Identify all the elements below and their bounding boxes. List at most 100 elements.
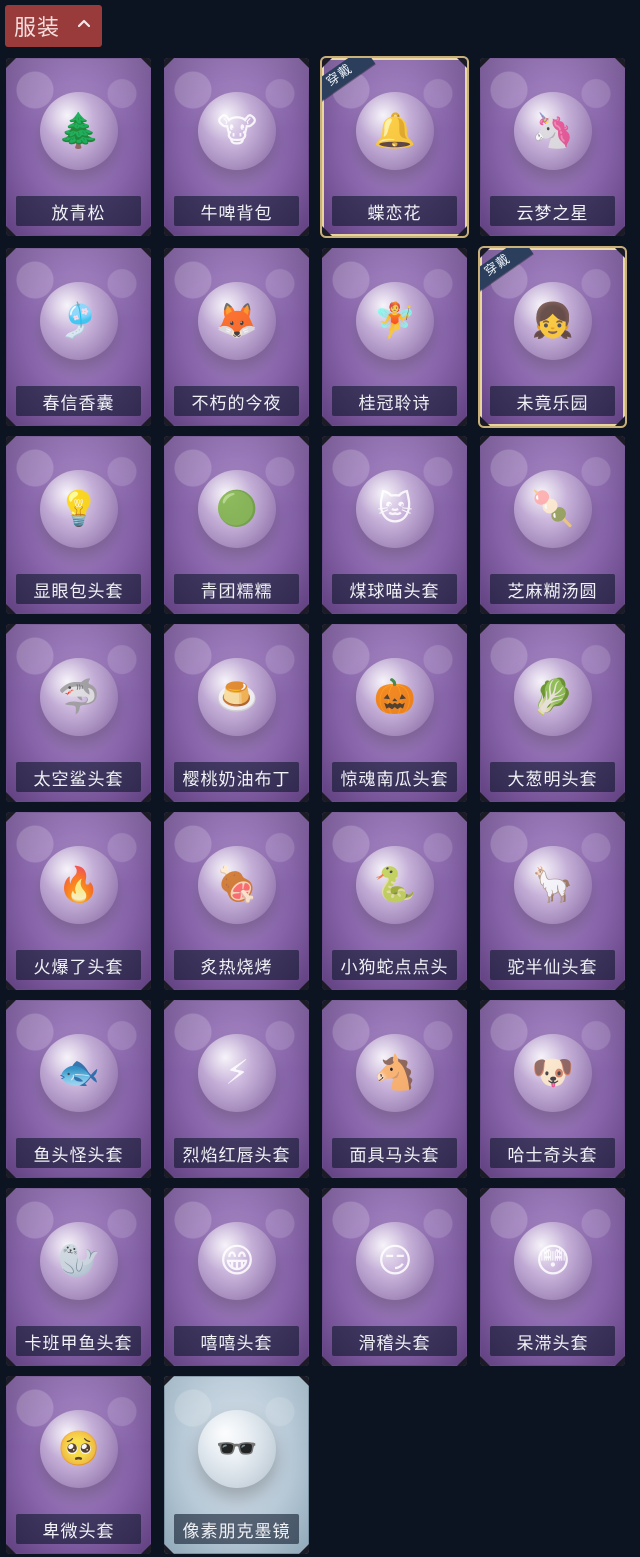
card-corner bbox=[615, 604, 625, 614]
card-corner bbox=[141, 1000, 151, 1010]
costume-card[interactable]: 穿戴 👧 未竟乐园 bbox=[480, 248, 625, 426]
costume-card[interactable]: 🐟 鱼头怪头套 bbox=[6, 1000, 151, 1178]
costume-name: 青团糯糯 bbox=[174, 574, 299, 604]
card-corner bbox=[141, 1544, 151, 1554]
card-corner bbox=[457, 792, 467, 802]
card-corner bbox=[6, 436, 16, 446]
costume-card[interactable]: 🍖 炙热烧烤 bbox=[164, 812, 309, 990]
costume-name: 不朽的今夜 bbox=[174, 386, 299, 416]
costume-card[interactable]: 🐴 面具马头套 bbox=[322, 1000, 467, 1178]
card-corner bbox=[480, 980, 490, 990]
card-corner bbox=[457, 416, 467, 426]
costume-card[interactable]: 🐍 小狗蛇点点头 bbox=[322, 812, 467, 990]
costume-card[interactable]: ⚡ 烈焰红唇头套 bbox=[164, 1000, 309, 1178]
costume-card[interactable]: 😏 滑稽头套 bbox=[322, 1188, 467, 1366]
card-corner bbox=[141, 624, 151, 634]
costume-name: 未竟乐园 bbox=[490, 386, 615, 416]
card-corner bbox=[457, 812, 467, 822]
sachet-icon: 🎐 bbox=[40, 282, 118, 360]
costume-name: 芝麻糊汤圆 bbox=[490, 574, 615, 604]
card-corner bbox=[299, 812, 309, 822]
card-corner bbox=[164, 812, 174, 822]
card-corner bbox=[299, 1188, 309, 1198]
card-corner bbox=[480, 1000, 490, 1010]
card-corner bbox=[457, 226, 467, 236]
costume-art: 🐮 bbox=[191, 80, 283, 182]
card-corner bbox=[6, 1376, 16, 1386]
card-corner bbox=[164, 1000, 174, 1010]
costume-card[interactable]: 🟢 青团糯糯 bbox=[164, 436, 309, 614]
costume-art: 🟢 bbox=[191, 458, 283, 560]
costume-art: 🦈 bbox=[33, 646, 125, 748]
card-corner bbox=[480, 1168, 490, 1178]
costume-art: 🐶 bbox=[507, 1022, 599, 1124]
card-corner bbox=[480, 1356, 490, 1366]
card-corner bbox=[299, 416, 309, 426]
card-corner bbox=[615, 436, 625, 446]
costume-art: 😁 bbox=[191, 1210, 283, 1312]
card-corner bbox=[480, 436, 490, 446]
costume-card[interactable]: 😳 呆滞头套 bbox=[480, 1188, 625, 1366]
costume-card[interactable]: 🎃 惊魂南瓜头套 bbox=[322, 624, 467, 802]
costume-name: 煤球喵头套 bbox=[332, 574, 457, 604]
costume-card[interactable]: 💡 显眼包头套 bbox=[6, 436, 151, 614]
costume-art: 🔥 bbox=[33, 834, 125, 936]
costume-card[interactable]: 穿戴 🔔 蝶恋花 bbox=[322, 58, 467, 236]
costume-card[interactable]: 🦙 驼半仙头套 bbox=[480, 812, 625, 990]
costume-card[interactable]: 🎐 春信香囊 bbox=[6, 248, 151, 426]
costume-section-toggle[interactable]: 服装 bbox=[5, 5, 102, 47]
card-corner bbox=[299, 1000, 309, 1010]
costume-card[interactable]: 🦭 卡班甲鱼头套 bbox=[6, 1188, 151, 1366]
scallion-icon: 🥬 bbox=[514, 658, 592, 736]
costume-card[interactable]: 🦊 不朽的今夜 bbox=[164, 248, 309, 426]
costume-card[interactable]: 🧚 桂冠聆诗 bbox=[322, 248, 467, 426]
card-corner bbox=[299, 624, 309, 634]
costume-art: 🥬 bbox=[507, 646, 599, 748]
card-corner bbox=[322, 792, 332, 802]
costume-card[interactable]: 🦈 太空鲨头套 bbox=[6, 624, 151, 802]
card-corner bbox=[6, 1188, 16, 1198]
costume-name: 樱桃奶油布丁 bbox=[174, 762, 299, 792]
pikachu-sunglasses-icon: ⚡ bbox=[198, 1034, 276, 1112]
card-corner bbox=[457, 1168, 467, 1178]
costume-card[interactable]: 🕶️ 像素朋克墨镜 bbox=[164, 1376, 309, 1554]
card-corner bbox=[299, 980, 309, 990]
costume-art: 🦭 bbox=[33, 1210, 125, 1312]
costume-name: 嘻嘻头套 bbox=[174, 1326, 299, 1356]
costume-card[interactable]: 🔥 火爆了头套 bbox=[6, 812, 151, 990]
card-corner bbox=[615, 792, 625, 802]
card-corner bbox=[141, 1356, 151, 1366]
costume-card[interactable]: 😁 嘻嘻头套 bbox=[164, 1188, 309, 1366]
card-corner bbox=[141, 248, 151, 258]
costume-card[interactable]: 🥺 卑微头套 bbox=[6, 1376, 151, 1554]
costume-card[interactable]: 🍮 樱桃奶油布丁 bbox=[164, 624, 309, 802]
card-corner bbox=[299, 792, 309, 802]
card-corner bbox=[164, 604, 174, 614]
card-corner bbox=[299, 248, 309, 258]
card-corner bbox=[615, 416, 625, 426]
dumpling-icon: 🍡 bbox=[514, 470, 592, 548]
costume-card[interactable]: 🐱 煤球喵头套 bbox=[322, 436, 467, 614]
card-corner bbox=[480, 624, 490, 634]
costume-card[interactable]: 🐶 哈士奇头套 bbox=[480, 1000, 625, 1178]
bbq-head-icon: 🍖 bbox=[198, 846, 276, 924]
card-corner bbox=[141, 812, 151, 822]
card-corner bbox=[322, 604, 332, 614]
alpaca-sunglasses-icon: 🦙 bbox=[514, 846, 592, 924]
card-corner bbox=[322, 624, 332, 634]
card-corner bbox=[480, 792, 490, 802]
costume-card[interactable]: 🦄 云梦之星 bbox=[480, 58, 625, 236]
section-title: 服装 bbox=[14, 16, 61, 41]
costume-card[interactable]: 🌲 放青松 bbox=[6, 58, 151, 236]
card-corner bbox=[457, 436, 467, 446]
costume-card[interactable]: 🥬 大葱明头套 bbox=[480, 624, 625, 802]
horse-head-icon: 🐴 bbox=[356, 1034, 434, 1112]
card-corner bbox=[6, 1000, 16, 1010]
costume-card[interactable]: 🍡 芝麻糊汤圆 bbox=[480, 436, 625, 614]
fox-cup-icon: 🦊 bbox=[198, 282, 276, 360]
costume-card[interactable]: 🐮 牛啤背包 bbox=[164, 58, 309, 236]
costume-art: 🐴 bbox=[349, 1022, 441, 1124]
card-corner bbox=[141, 1376, 151, 1386]
costume-art: 🦊 bbox=[191, 270, 283, 372]
costume-name: 面具马头套 bbox=[332, 1138, 457, 1168]
